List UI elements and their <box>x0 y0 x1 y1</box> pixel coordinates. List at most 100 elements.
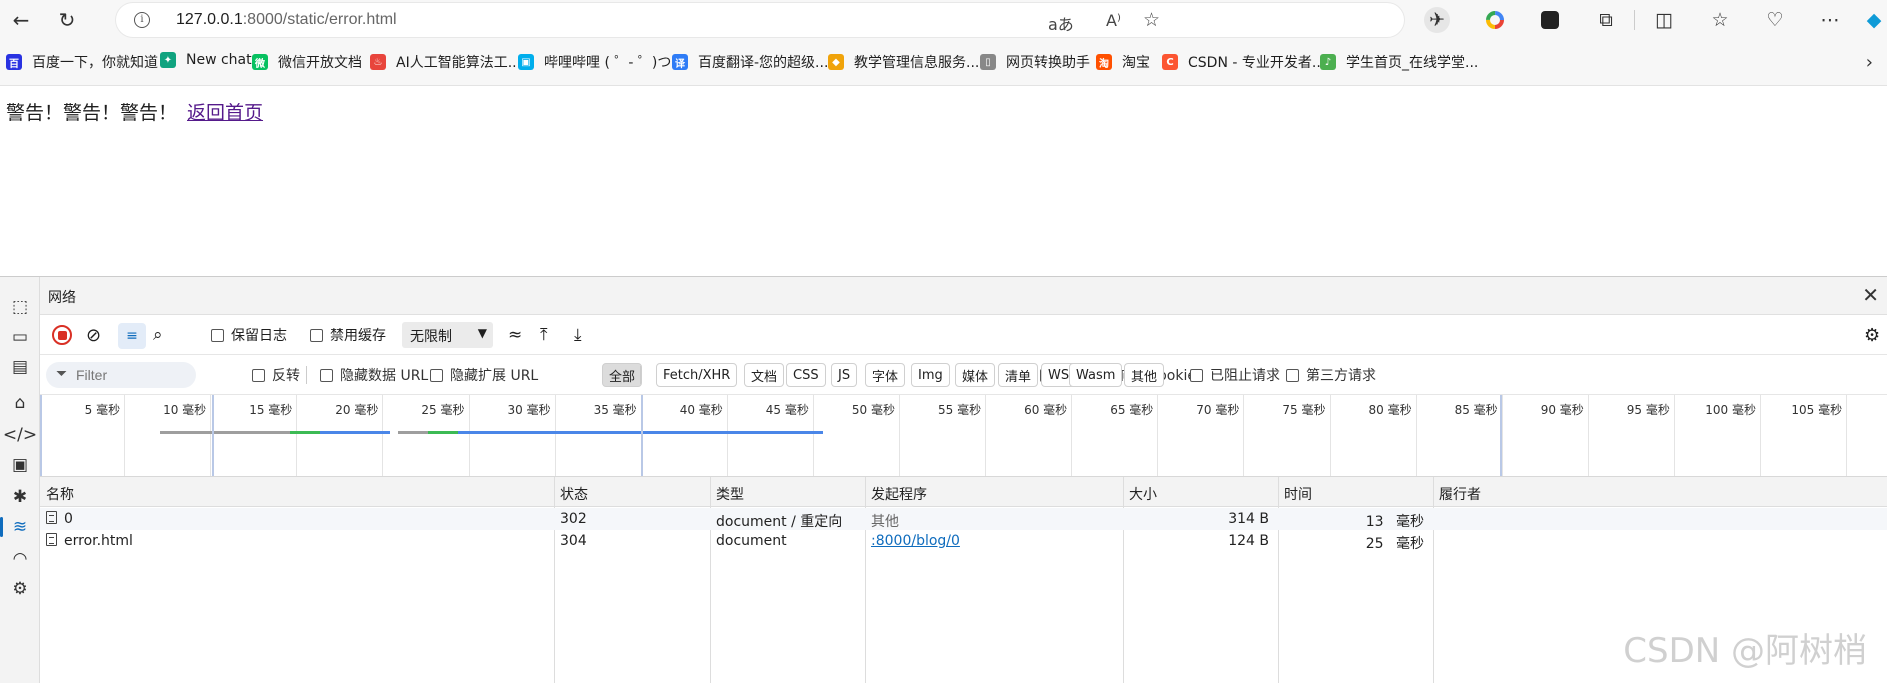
type-filter-chip[interactable]: 媒体 <box>955 363 996 387</box>
bookmark-item[interactable]: 淘淘宝 <box>1096 52 1150 72</box>
bookmarks-overflow-chevron-icon[interactable]: › <box>1866 52 1873 73</box>
inspect-element-icon[interactable]: ⬚ <box>6 293 34 321</box>
read-aloud-text-icon[interactable]: aあ <box>1048 11 1074 35</box>
device-emulation-icon[interactable]: ▭ <box>6 323 34 351</box>
dropdown-arrow-icon: ▼ <box>477 326 487 340</box>
type-filter-chip[interactable]: Img <box>911 363 950 387</box>
favorites-icon[interactable]: ☆ <box>1707 7 1733 33</box>
url-text[interactable]: 127.0.0.1:8000/static/error.html <box>176 11 397 29</box>
favorite-star-icon[interactable]: ☆ <box>1143 9 1160 31</box>
timeline-gridline <box>124 395 126 476</box>
more-menu-icon[interactable]: ⋯ <box>1817 7 1843 33</box>
sources-bug-icon[interactable]: ✱ <box>6 483 34 511</box>
import-har-icon[interactable]: ⤒ <box>540 323 548 347</box>
third-party-checkbox[interactable]: 第三方请求 <box>1286 365 1376 385</box>
dock-panel-icon[interactable]: ▤ <box>6 353 34 381</box>
network-wifi-icon[interactable]: ≋ <box>0 513 34 541</box>
preserve-log-checkbox[interactable]: 保留日志 <box>211 323 287 347</box>
type-filter-chip[interactable]: 文档 <box>744 363 785 387</box>
column-header[interactable]: 状态 <box>560 484 588 504</box>
column-header[interactable]: 时间 <box>1284 484 1312 504</box>
welcome-home-icon[interactable]: ⌂ <box>6 389 34 417</box>
invert-label: 反转 <box>272 368 300 384</box>
timeline-tick-label: 50 毫秒 <box>851 403 895 417</box>
bookmark-item[interactable]: C CSDN - 专业开发者... <box>1162 52 1325 72</box>
url-host: 127.0.0.1 <box>176 11 243 28</box>
timeline-tick-label: 45 毫秒 <box>765 403 809 417</box>
third-party-label: 第三方请求 <box>1306 368 1376 384</box>
table-row[interactable]: error.html 304 document:8000/blog/0 124 B 25… <box>40 530 1887 552</box>
blocked-requests-checkbox[interactable]: 已阻止请求 <box>1190 365 1280 385</box>
timeline-overview[interactable]: 5 毫秒 10 毫秒 15 毫秒 20 毫秒 25 毫秒 30 毫秒 35 毫秒 40 毫秒 4… <box>40 395 1887 477</box>
column-header[interactable]: 名称 <box>46 484 74 504</box>
bookmark-label: 学生首页_在线学堂... <box>1346 55 1479 71</box>
bookmark-item[interactable]: 百百度一下，你就知道 <box>6 52 158 72</box>
close-icon[interactable]: ✕ <box>1862 283 1879 307</box>
column-header[interactable]: 大小 <box>1129 484 1157 504</box>
split-screen-icon[interactable]: ◫ <box>1651 7 1677 33</box>
filter-field[interactable]: ⏷ <box>46 362 196 388</box>
search-icon[interactable]: ⌕ <box>153 323 163 347</box>
bookmark-item[interactable]: ♪ 学生首页_在线学堂... <box>1320 52 1478 72</box>
browser-essentials-icon[interactable]: ♡ <box>1762 7 1788 33</box>
bookmark-item[interactable]: ◆ 教学管理信息服务... <box>828 52 979 72</box>
page-content: 警告！警告！警告！ 返回首页 <box>0 86 1887 276</box>
extension-dark-icon[interactable] <box>1537 7 1563 33</box>
extension-color-ring-icon[interactable] <box>1482 7 1508 33</box>
type-filter-chip[interactable]: CSS <box>786 363 826 387</box>
filter-toggle-icon[interactable]: ≡ <box>118 323 146 349</box>
clear-log-icon[interactable]: ⊘ <box>86 323 101 347</box>
elements-code-icon[interactable]: </> <box>3 421 37 449</box>
bookmark-item[interactable]: 微微信开放文档 <box>252 52 362 72</box>
hide-ext-url-checkbox[interactable]: 隐藏扩展 URL <box>430 365 538 385</box>
export-har-icon[interactable]: ⤓ <box>574 323 582 347</box>
read-aloud-icon[interactable]: A⁾ <box>1106 11 1121 30</box>
type-filter-chip[interactable]: Fetch/XHR <box>656 363 738 387</box>
request-name-cell: 0 <box>46 511 73 527</box>
column-header[interactable]: 类型 <box>716 484 744 504</box>
timeline-gridline <box>899 395 900 476</box>
bookmark-item[interactable]: ▯ 网页转换助手 <box>980 52 1090 72</box>
type-filter-chip[interactable]: Wasm <box>1069 363 1123 387</box>
request-name-cell: error.html <box>46 533 133 549</box>
settings-gear-icon[interactable]: ⚙ <box>1864 323 1880 347</box>
memory-chip-icon[interactable]: ⚙ <box>6 575 34 603</box>
back-arrow-icon[interactable]: ← <box>6 6 36 34</box>
timeline-gridline <box>812 395 814 476</box>
devtools-title-bar: 网络 ✕ <box>40 277 1887 315</box>
type-filter-chip[interactable]: 字体 <box>865 363 906 387</box>
type-filter-chip[interactable]: 清单 <box>998 363 1039 387</box>
filter-input[interactable] <box>76 365 188 385</box>
bookmark-item[interactable]: ✦ New chat <box>160 52 252 68</box>
type-filter-chip[interactable]: JS <box>831 363 858 387</box>
column-header[interactable]: 发起程序 <box>871 484 927 504</box>
request-name[interactable]: error.html <box>64 533 133 549</box>
info-icon[interactable]: i <box>134 12 150 28</box>
request-name[interactable]: 0 <box>64 511 73 527</box>
timeline-gridline <box>1071 395 1073 476</box>
bookmark-item[interactable]: ♨ AI人工智能算法工... <box>370 52 521 72</box>
blocked-requests-label: 已阻止请求 <box>1210 368 1280 384</box>
record-button[interactable] <box>52 323 72 347</box>
extension-bird-icon[interactable]: ✈ <box>1424 7 1450 33</box>
invert-checkbox[interactable]: 反转 <box>252 365 300 385</box>
hide-ext-url-label: 隐藏扩展 URL <box>450 368 539 384</box>
column-header[interactable]: 履行者 <box>1439 484 1481 504</box>
address-bar[interactable]: i 127.0.0.1:8000/static/error.html aあ A⁾… <box>116 3 1404 37</box>
hide-data-url-checkbox[interactable]: 隐藏数据 URL <box>320 365 428 385</box>
bookmark-item[interactable]: 译百度翻译-您的超级... <box>672 52 828 72</box>
extensions-puzzle-icon[interactable]: ⧉ <box>1593 7 1619 33</box>
type-filter-chip[interactable]: 其他 <box>1124 363 1165 387</box>
network-conditions-icon[interactable]: ≈ <box>508 323 522 347</box>
console-icon[interactable]: ▣ <box>6 451 34 479</box>
throttle-select[interactable]: 无限制 ▼ <box>402 322 493 348</box>
table-row[interactable]: 0 302 document / 重定向 其他 314 B 13 毫秒 <box>40 508 1887 530</box>
refresh-icon[interactable]: ↻ <box>52 6 82 34</box>
initiator-link[interactable]: :8000/blog/0 <box>871 533 960 549</box>
copilot-icon[interactable]: ◆ <box>1861 7 1887 33</box>
disable-cache-checkbox[interactable]: 禁用缓存 <box>310 323 386 347</box>
bookmark-item[interactable]: ▣ 哔哩哔哩 ( ゜- ゜)つ... <box>518 52 685 72</box>
home-link[interactable]: 返回首页 <box>187 102 263 124</box>
performance-gauge-icon[interactable]: ◠ <box>6 545 34 573</box>
type-filter-chip[interactable]: 全部 <box>602 363 643 387</box>
